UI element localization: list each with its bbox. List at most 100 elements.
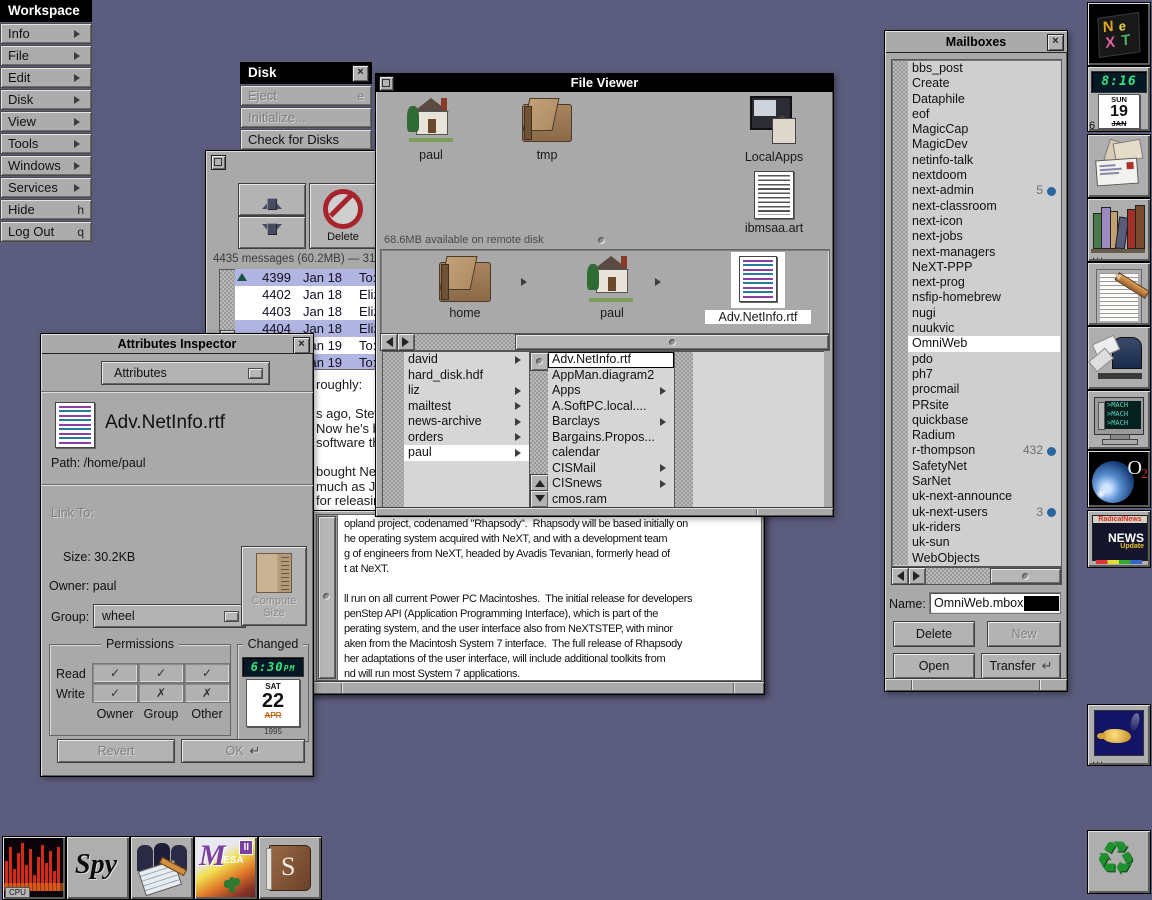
mailboxes-scrollbar[interactable]	[893, 61, 908, 565]
window-resize-bar[interactable]	[376, 507, 833, 516]
menu-item[interactable]: Hide h	[0, 199, 92, 220]
mailbox-item[interactable]: next-managers	[908, 245, 1060, 260]
menu-item[interactable]: Windows	[0, 155, 92, 176]
browser-item[interactable]: A.SoftPC.local....	[548, 399, 674, 415]
perm-read-group-checkbox[interactable]: ✓	[138, 663, 184, 683]
mailbox-item[interactable]: Radium	[908, 428, 1060, 443]
mailbox-item[interactable]: nextdoom	[908, 168, 1060, 183]
new-button[interactable]: New	[987, 621, 1061, 647]
dock-tile-library[interactable]: ...	[1087, 198, 1151, 262]
browser-scroll-strip[interactable]	[382, 351, 405, 509]
scroll-left-button[interactable]	[380, 333, 398, 351]
mailbox-item[interactable]: Create	[908, 76, 1060, 91]
menu-item[interactable]: Disk	[0, 89, 92, 110]
name-input[interactable]: OmniWeb.mbox	[929, 592, 1061, 614]
workspace-menu-title[interactable]: Workspace	[0, 0, 92, 22]
app-tile-mesa[interactable]: M ESA II	[194, 836, 258, 900]
document-text-area[interactable]: opland project, codenamed "Rhapsody". Rh…	[337, 514, 762, 681]
art-file-icon[interactable]	[754, 171, 794, 219]
browser-item[interactable]: Apps	[548, 383, 674, 399]
browser-item[interactable]: liz	[404, 383, 529, 399]
mailbox-item[interactable]: next-admin 5	[908, 183, 1060, 198]
delete-button[interactable]: Delete	[893, 621, 975, 647]
icon-label[interactable]: ibmsaa.art	[738, 221, 810, 235]
icon-label[interactable]: tmp	[511, 148, 583, 162]
miniaturize-button[interactable]	[211, 155, 226, 170]
mailbox-item[interactable]: nugi	[908, 306, 1060, 321]
shelf-item-label[interactable]: paul	[576, 306, 648, 320]
mail-down-button[interactable]	[238, 216, 306, 249]
ok-button[interactable]: OK ↵	[181, 739, 305, 763]
dock-tile-recycler[interactable]: ♻	[1087, 830, 1151, 894]
dock-tile-mail[interactable]	[1087, 134, 1151, 198]
mailbox-item[interactable]: uk-next-users 3	[908, 505, 1060, 520]
browser-item[interactable]: Bargains.Propos...	[548, 430, 674, 446]
app-tile-spy[interactable]: Spy	[66, 836, 130, 900]
mailbox-item[interactable]: procmail	[908, 382, 1060, 397]
mailbox-item[interactable]: uk-riders	[908, 520, 1060, 535]
browser-item[interactable]: calendar	[548, 445, 674, 461]
mailbox-item[interactable]: nsfip-homebrew	[908, 290, 1060, 305]
mailbox-item[interactable]: WebObjects	[908, 551, 1060, 566]
browser-column-1[interactable]: david hard_disk.hdf liz mailtest news-ar…	[404, 351, 529, 509]
menu-item[interactable]: Check for Disks	[240, 129, 372, 150]
perm-read-other-checkbox[interactable]: ✓	[184, 663, 230, 683]
scroll-right-button[interactable]	[908, 567, 926, 585]
mailbox-item[interactable]: SafetyNet	[908, 459, 1060, 474]
scroll-down-button[interactable]	[530, 490, 549, 508]
menu-item[interactable]: Eject e	[240, 85, 372, 106]
perm-write-group-checkbox[interactable]: ✗	[138, 683, 184, 703]
revert-button[interactable]: Revert	[57, 739, 175, 763]
browser-item[interactable]: cmos.ram	[548, 492, 674, 508]
browser-item[interactable]: orders	[404, 430, 529, 446]
icon-label[interactable]: paul	[395, 148, 467, 162]
app-tile-meeting[interactable]	[130, 836, 194, 900]
mailbox-item[interactable]: SarNet	[908, 474, 1060, 489]
dock-tile-edit[interactable]	[1087, 262, 1151, 326]
icon-label[interactable]: LocalApps	[738, 150, 810, 164]
shelf-paul-icon[interactable]	[587, 256, 635, 302]
menu-item[interactable]: View	[0, 111, 92, 132]
mailbox-item[interactable]: nuukvic	[908, 321, 1060, 336]
miniaturize-button[interactable]	[379, 76, 394, 91]
mailbox-item[interactable]: next-jobs	[908, 229, 1060, 244]
mailboxes-titlebar[interactable]: Mailboxes	[885, 31, 1067, 53]
mailbox-item[interactable]: next-classroom	[908, 199, 1060, 214]
dock-tile-news[interactable]: RadicalNews NEWS Update	[1087, 510, 1151, 568]
scroll-right-button[interactable]	[397, 333, 415, 351]
window-resize-bar[interactable]	[313, 681, 764, 694]
browser-item[interactable]: CISnews	[548, 476, 674, 492]
mailbox-item[interactable]: uk-sun	[908, 535, 1060, 550]
disk-menu-title[interactable]: Disk ×	[240, 62, 372, 84]
transfer-button[interactable]: Transfer ↵	[981, 653, 1061, 679]
mailbox-item[interactable]: netinfo-talk	[908, 153, 1060, 168]
mailboxes-hscroll-track[interactable]	[925, 567, 1062, 585]
mailbox-item[interactable]: Dataphile	[908, 92, 1060, 107]
mail-up-button[interactable]	[238, 183, 306, 216]
mailbox-item[interactable]: eof	[908, 107, 1060, 122]
home-folder-icon[interactable]	[407, 98, 455, 142]
dock-tile-next-logo[interactable]: N e X T	[1087, 2, 1151, 66]
browser-scroll-strip-3[interactable]	[674, 351, 695, 509]
mailbox-item[interactable]: NeXT-PPP	[908, 260, 1060, 275]
browser-column-3[interactable]	[693, 351, 824, 509]
browser-item[interactable]: Adv.NetInfo.rtf	[548, 352, 674, 368]
document-vertical-scrollbar[interactable]	[316, 514, 338, 681]
mailbox-item[interactable]: uk-next-announce	[908, 489, 1060, 504]
browser-item[interactable]: paul	[404, 445, 529, 461]
dock-tile-console[interactable]: >MACH >MACH >MACH	[1087, 390, 1151, 450]
close-icon[interactable]: ×	[352, 65, 369, 82]
mailbox-item[interactable]: r-thompson 432	[908, 443, 1060, 458]
mailbox-item[interactable]: pdo	[908, 352, 1060, 367]
browser-item[interactable]: CISMail	[548, 461, 674, 477]
browser-item[interactable]: david	[404, 352, 529, 368]
shelf-item-label[interactable]: Adv.NetInfo.rtf	[705, 310, 811, 324]
dock-tile-post[interactable]	[1087, 326, 1151, 390]
browser-column-2[interactable]: Adv.NetInfo.rtf AppMan.diagram2 Apps A.S…	[548, 351, 674, 509]
menu-item[interactable]: File	[0, 45, 92, 66]
browser-scroll-strip-2[interactable]	[529, 351, 550, 509]
close-icon[interactable]: ×	[1047, 34, 1064, 51]
mailbox-item[interactable]: next-prog	[908, 275, 1060, 290]
perm-read-owner-checkbox[interactable]: ✓	[92, 663, 138, 683]
mailbox-item[interactable]: OmniWeb	[908, 336, 1060, 352]
